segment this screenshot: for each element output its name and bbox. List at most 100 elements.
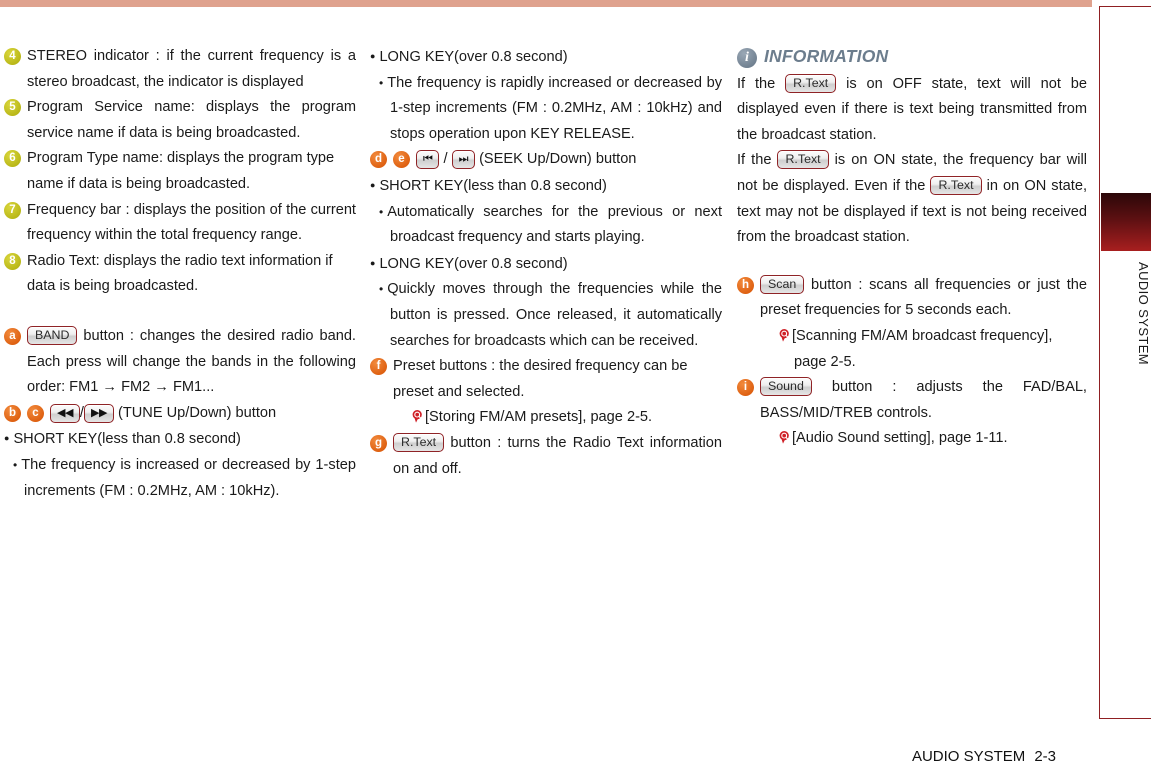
band-button[interactable]: BAND	[27, 325, 78, 345]
list-item-body: Scan button : scans all frequencies or j…	[760, 273, 1087, 375]
information-heading: i INFORMATION	[737, 44, 1087, 70]
cross-reference: [Scanning FM/AM broadcast frequency], pa…	[778, 324, 1087, 375]
short-key-text: Automatically searches for the previous …	[379, 200, 722, 251]
long-key-text-2: Quickly moves through the frequencies wh…	[379, 277, 722, 354]
column-left: 4 STEREO indicator : if the current freq…	[4, 44, 356, 504]
footer-section: AUDIO SYSTEM	[911, 748, 1026, 765]
reference-icon	[778, 428, 791, 444]
letter-badge-i: i	[737, 379, 754, 397]
list-item: 6 Program Type name: displays the progra…	[4, 146, 356, 197]
scan-description: button : scans all frequencies or just t…	[760, 276, 1087, 319]
info-text-pre: If the	[737, 75, 776, 92]
seek-description: (SEEK Up/Down) button	[479, 151, 637, 168]
list-item-tune: b c ◀◀ / ▶▶ (TUNE Up/Down) button	[4, 401, 356, 427]
tune-up-button[interactable]: ▶▶	[83, 403, 114, 423]
column-middle: LONG KEY(over 0.8 second) The frequency …	[370, 44, 722, 482]
key-separator: /	[443, 151, 448, 168]
reference-text[interactable]: [Storing FM/AM presets], page 2-5.	[425, 409, 652, 425]
list-item-band: a BAND button : changes the desired radi…	[4, 324, 356, 401]
long-key-heading: LONG KEY(over 0.8 second)	[370, 44, 722, 71]
fast-forward-icon: ▶▶	[90, 406, 107, 419]
cross-reference: [Audio Sound setting], page 1-11.	[778, 426, 1087, 452]
manual-page: 4 STEREO indicator : if the current freq…	[0, 0, 1151, 769]
band-description: button : changes the desired radio band.…	[27, 327, 356, 396]
number-badge-8: 8	[4, 252, 21, 270]
letter-badge-f: f	[370, 358, 387, 376]
info-text-pre: If the	[737, 152, 772, 169]
letter-badge-h: h	[737, 276, 754, 294]
short-key-text: The frequency is increased or decreased …	[13, 453, 356, 504]
chapter-tab-label: AUDIO SYSTEM	[1136, 262, 1151, 366]
seek-up-button[interactable]: ⏭	[451, 150, 475, 170]
long-key-heading-2: LONG KEY(over 0.8 second)	[370, 251, 722, 278]
number-badge-6: 6	[4, 150, 21, 168]
list-item: 7 Frequency bar : displays the position …	[4, 198, 356, 249]
scan-description-line: Scan button : scans all frequencies or j…	[760, 273, 1087, 324]
letter-badge-e: e	[393, 151, 410, 169]
list-item: 5 Program Service name: displays the pro…	[4, 95, 356, 146]
chapter-tab-block	[1101, 193, 1151, 251]
list-item-text: ◀◀ / ▶▶ (TUNE Up/Down) button	[50, 401, 356, 427]
list-item: 8 Radio Text: displays the radio text in…	[4, 249, 356, 300]
sidebar-rule	[1099, 6, 1100, 719]
list-item-text: Program Type name: displays the program …	[27, 150, 335, 192]
sidebar-rule-top	[1099, 6, 1151, 7]
rtext-button-inline[interactable]: R.Text	[777, 150, 829, 170]
reference-text[interactable]: [Audio Sound setting], page 1-11.	[792, 430, 1008, 446]
list-item-text: Program Service name: displays the progr…	[27, 99, 356, 141]
reference-icon	[411, 407, 424, 423]
info-icon: i	[737, 47, 757, 68]
list-item-text: STEREO indicator : if the current freque…	[27, 48, 356, 90]
reference-text[interactable]: [Scanning FM/AM broadcast frequency], pa…	[792, 328, 1052, 370]
letter-badge-a: a	[4, 327, 21, 345]
seek-down-button[interactable]: ⏮	[416, 150, 440, 170]
list-item-text: R.Text button : turns the Radio Text inf…	[393, 431, 722, 482]
skip-next-icon: ⏭	[458, 153, 469, 166]
reference-icon	[778, 326, 791, 342]
list-item-sound: i Sound button : adjusts the FAD/BAL, BA…	[737, 375, 1087, 452]
sound-description-line: Sound button : adjusts the FAD/BAL, BASS…	[760, 375, 1087, 426]
list-item-preset: f Preset buttons : the desired frequency…	[370, 354, 722, 431]
scan-button[interactable]: Scan	[760, 274, 805, 294]
sound-button[interactable]: Sound	[760, 377, 812, 397]
cross-reference: [Storing FM/AM presets], page 2-5.	[411, 405, 722, 431]
list-item: 4 STEREO indicator : if the current freq…	[4, 44, 356, 95]
information-paragraph-2: If the R.Text is on ON state, the freque…	[737, 148, 1087, 250]
top-accent-bar	[0, 0, 1092, 7]
information-title: INFORMATION	[764, 46, 889, 66]
short-key-heading: SHORT KEY(less than 0.8 second)	[370, 173, 722, 200]
information-paragraph-1: If the R.Text is on OFF state, text will…	[737, 72, 1087, 149]
letter-badge-b: b	[4, 404, 21, 422]
letter-badge-c: c	[27, 404, 44, 422]
number-badge-5: 5	[4, 99, 21, 117]
rtext-button[interactable]: R.Text	[393, 432, 445, 452]
short-key-heading: SHORT KEY(less than 0.8 second)	[4, 426, 356, 453]
rtext-button-inline[interactable]: R.Text	[785, 73, 837, 93]
sidebar-rule-bottom	[1099, 718, 1151, 719]
tune-description: (TUNE Up/Down) button	[117, 404, 277, 421]
letter-badge-d: d	[370, 151, 387, 169]
column-right: i INFORMATION If the R.Text is on OFF st…	[737, 44, 1087, 452]
list-item-text: ⏮ / ⏭ (SEEK Up/Down) button	[416, 147, 722, 173]
list-item-body: Sound button : adjusts the FAD/BAL, BASS…	[760, 375, 1087, 452]
list-item-text: BAND button : changes the desired radio …	[27, 324, 356, 401]
preset-description: Preset buttons : the desired frequency c…	[393, 358, 688, 400]
list-item-body: Preset buttons : the desired frequency c…	[393, 354, 722, 431]
page-footer: AUDIO SYSTEM 2-3	[0, 748, 1092, 765]
number-badge-4: 4	[4, 48, 21, 65]
letter-badge-g: g	[370, 434, 387, 452]
list-item-seek: d e ⏮ / ⏭ (SEEK Up/Down) button	[370, 147, 722, 173]
list-item-scan: h Scan button : scans all frequencies or…	[737, 273, 1087, 375]
list-item-rtext: g R.Text button : turns the Radio Text i…	[370, 431, 722, 482]
rtext-button-inline[interactable]: R.Text	[930, 175, 982, 195]
skip-previous-icon: ⏮	[423, 153, 433, 166]
long-key-text: The frequency is rapidly increased or de…	[379, 71, 722, 148]
list-item-text: Frequency bar : displays the position of…	[27, 201, 356, 244]
footer-page-number: 2-3	[1034, 748, 1056, 765]
tune-down-button[interactable]: ◀◀	[50, 403, 80, 423]
list-item-text: Radio Text: displays the radio text info…	[27, 252, 333, 295]
chapter-sidebar: AUDIO SYSTEM	[1090, 0, 1151, 769]
number-badge-7: 7	[4, 201, 21, 219]
